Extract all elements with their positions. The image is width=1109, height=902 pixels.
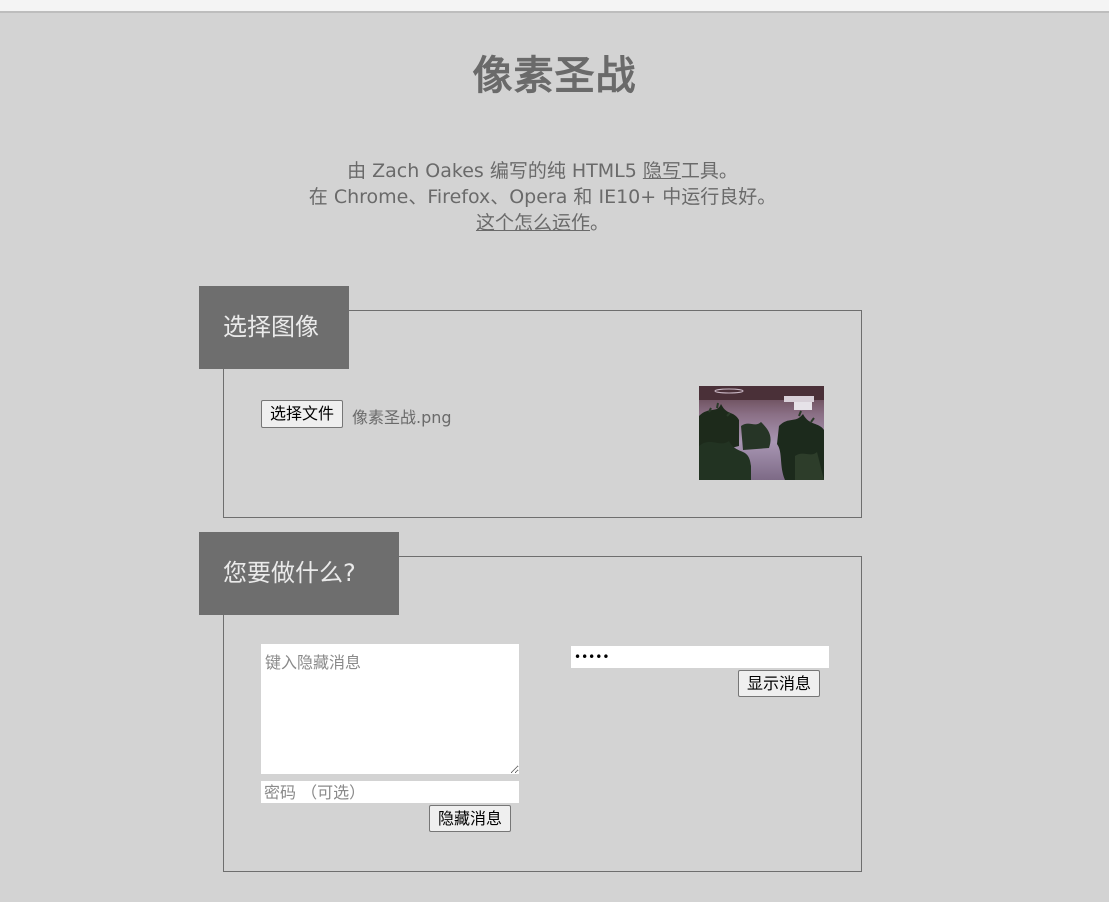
page-title: 像素圣战 xyxy=(472,53,637,99)
intro-line-1-prefix: 由 Zach Oakes 编写的纯 HTML5 xyxy=(347,160,643,182)
intro-line-3-suffix: 。 xyxy=(590,212,610,234)
steganography-link[interactable]: 隐写 xyxy=(643,160,681,182)
hidden-message-input[interactable] xyxy=(261,644,519,774)
intro-line-1: 由 Zach Oakes 编写的纯 HTML5 隐写工具。 xyxy=(0,158,1085,184)
intro-line-1-suffix: 工具。 xyxy=(680,160,738,182)
image-preview xyxy=(699,386,824,480)
hide-message-button[interactable]: 隐藏消息 xyxy=(429,805,512,832)
choose-file-button[interactable]: 选择文件 xyxy=(261,400,344,428)
action-heading: 您要做什么? xyxy=(199,532,399,615)
intro-line-2: 在 Chrome、Firefox、Opera 和 IE10+ 中运行良好。 xyxy=(308,186,777,208)
browser-top-strip xyxy=(0,0,1109,13)
how-it-works-link[interactable]: 这个怎么运作 xyxy=(476,212,590,234)
selected-file-name: 像素圣战.png xyxy=(352,408,452,427)
intro-line-3: 这个怎么运作。 xyxy=(0,210,1085,236)
show-password-field[interactable] xyxy=(571,646,829,668)
intro-text: 由 Zach Oakes 编写的纯 HTML5 隐写工具。 在 Chrome、F… xyxy=(0,158,1085,236)
choose-image-heading: 选择图像 xyxy=(199,286,349,369)
hide-password-field[interactable] xyxy=(261,781,519,803)
show-message-button[interactable]: 显示消息 xyxy=(738,670,821,697)
